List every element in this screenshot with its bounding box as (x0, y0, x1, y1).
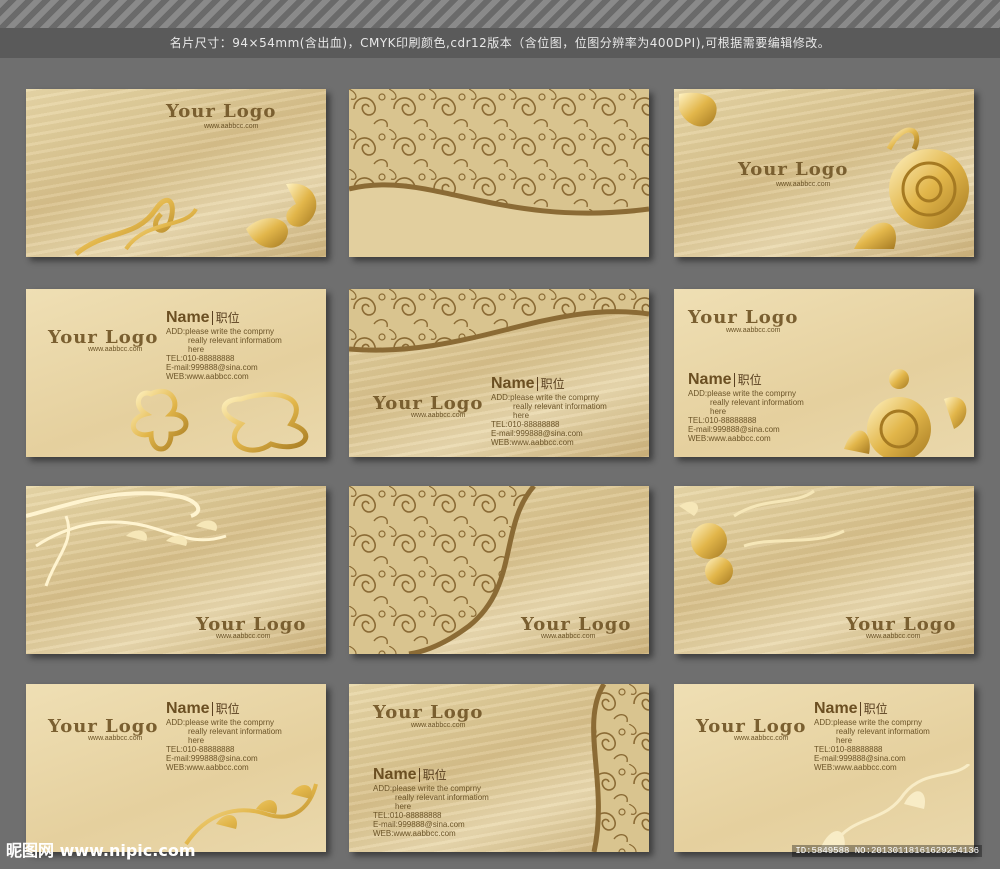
footer-watermark-left: 昵图网 www.nipic.com (6, 841, 196, 860)
logo-url: www.aabbcc.com (88, 346, 143, 353)
floral-ornament-icon (819, 764, 971, 852)
logo-text: Your Logo (696, 716, 807, 737)
contact-name: Name (166, 700, 210, 717)
contact-tel: TEL:010-88888888 (166, 354, 235, 363)
contact-add: really relevant informatiom (188, 727, 282, 736)
card-1: Your Logo www.aabbcc.com (26, 89, 326, 257)
contact-web: WEB:www.aabbcc.com (491, 438, 574, 447)
logo-text: Your Logo (166, 101, 277, 122)
logo-url: www.aabbcc.com (88, 735, 143, 742)
contact-add: ADD:please write the comprny (688, 389, 797, 398)
contact-add: really relevant informatiom (513, 402, 607, 411)
logo-url: www.aabbcc.com (734, 735, 789, 742)
contact-add: ADD:please write the comprny (166, 718, 275, 727)
card-2 (349, 89, 649, 257)
card-8: Your Logo www.aabbcc.com (349, 486, 649, 654)
contact-add: here (188, 736, 205, 745)
logo-text: Your Logo (48, 716, 159, 737)
contact-tel: TEL:010-88888888 (166, 745, 235, 754)
card-4: Your Logo www.aabbcc.com Name 职位 ADD:plea… (26, 289, 326, 457)
card-7: Your Logo www.aabbcc.com (26, 486, 326, 654)
contact-tel: TEL:010-88888888 (491, 420, 560, 429)
contact-block: Name 职位 ADD:please write the comprny real… (814, 700, 930, 772)
logo-text: Your Logo (688, 307, 799, 328)
contact-job: 职位 (211, 311, 240, 325)
footer-watermark-right: ID:5849588 NO:20130118161629254136 (792, 845, 982, 857)
contact-name: Name (688, 371, 732, 388)
contact-job: 职位 (859, 702, 888, 716)
contact-add: here (188, 345, 205, 354)
contact-add: really relevant informatiom (836, 727, 930, 736)
logo-url: www.aabbcc.com (216, 633, 271, 640)
contact-name: Name (166, 309, 210, 326)
contact-web: WEB:www.aabbcc.com (166, 763, 249, 772)
contact-job: 职位 (733, 373, 762, 387)
contact-add: here (710, 407, 727, 416)
rose-ornament-icon (844, 369, 967, 457)
logo-url: www.aabbcc.com (866, 633, 921, 640)
logo-url: www.aabbcc.com (726, 327, 781, 334)
contact-mail: E-mail:999888@sina.com (814, 754, 906, 763)
floral-ornament-icon (679, 489, 845, 585)
contact-job: 职位 (211, 702, 240, 716)
contact-add: ADD:please write the comprny (491, 393, 600, 402)
contact-name: Name (814, 700, 858, 717)
contact-add: here (836, 736, 853, 745)
rose-ornament-icon (679, 92, 969, 249)
card-5: Your Logo www.aabbcc.com Name 职位 ADD:plea… (349, 289, 649, 457)
contact-block: Name 职位 ADD:please write the comprny real… (166, 700, 282, 772)
contact-add: really relevant informatiom (710, 398, 804, 407)
swirl-pattern-icon (349, 89, 649, 257)
contact-block: Name 职位 ADD:please write the comprny real… (688, 371, 804, 443)
logo-text: Your Logo (48, 327, 159, 348)
card-6: Your Logo www.aabbcc.com Name 职位 ADD:plea… (674, 289, 974, 457)
logo-text: Your Logo (521, 614, 632, 635)
contact-tel: TEL:010-88888888 (814, 745, 883, 754)
logo-text: Your Logo (196, 614, 307, 635)
contact-block: Name 职位 ADD:please write the comprny real… (166, 309, 282, 381)
contact-mail: E-mail:999888@sina.com (688, 425, 780, 434)
card-9: Your Logo www.aabbcc.com (674, 486, 974, 654)
contact-block: Name 职位 ADD:please write the comprny real… (491, 375, 607, 447)
contact-add: really relevant informatiom (188, 336, 282, 345)
top-decor-strip (0, 0, 1000, 28)
contact-name: Name (491, 375, 535, 392)
card-10: Your Logo www.aabbcc.com Name 职位 ADD:plea… (26, 684, 326, 852)
contact-mail: E-mail:999888@sina.com (166, 363, 258, 372)
logo-url: www.aabbcc.com (204, 123, 259, 130)
card-11: Your Logo www.aabbcc.com Name 职位 ADD:plea… (349, 684, 649, 852)
floral-ornament-icon (74, 183, 317, 256)
contact-add: here (513, 411, 530, 420)
contact-tel: TEL:010-88888888 (688, 416, 757, 425)
logo-url: www.aabbcc.com (411, 412, 466, 419)
logo-text: Your Logo (373, 393, 484, 414)
card-3: Your Logo www.aabbcc.com (674, 89, 974, 257)
contact-web: WEB:www.aabbcc.com (166, 372, 249, 381)
contact-add: ADD:please write the comprny (814, 718, 923, 727)
contact-job: 职位 (536, 377, 565, 391)
card-12: Your Logo www.aabbcc.com Name 职位 ADD:plea… (674, 684, 974, 852)
contact-mail: E-mail:999888@sina.com (491, 429, 583, 438)
floral-ornament-icon (131, 389, 309, 453)
contact-add: ADD:please write the comprny (166, 327, 275, 336)
contact-mail: E-mail:999888@sina.com (166, 754, 258, 763)
header-spec-text: 名片尺寸：94×54mm(含出血)，CMYK印刷颜色,cdr12版本（含位图，位… (0, 28, 1000, 58)
swirl-pattern-icon (591, 684, 649, 852)
logo-text: Your Logo (846, 614, 957, 635)
contact-web: WEB:www.aabbcc.com (688, 434, 771, 443)
floral-ornament-icon (26, 491, 227, 587)
logo-url: www.aabbcc.com (541, 633, 596, 640)
floral-ornament-icon (184, 783, 318, 846)
